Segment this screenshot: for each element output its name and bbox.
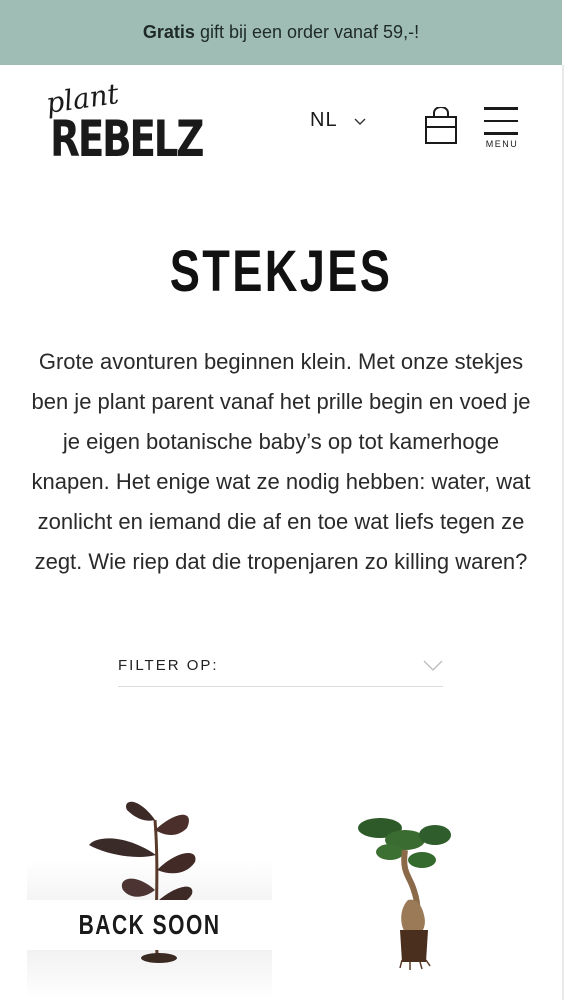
logo[interactable]: plant REBELZ: [44, 77, 204, 170]
rubber-plant-image: [89, 801, 196, 956]
hamburger-icon: [484, 107, 520, 135]
page-title: STEKJES: [169, 239, 393, 304]
promo-text: gift bij een order vanaf 59,-!: [199, 22, 420, 42]
product-card[interactable]: BACK SOON: [27, 790, 272, 1000]
logo-rebelz-text: REBELZ: [50, 110, 204, 168]
pot-icon: [141, 953, 177, 963]
back-soon-badge: BACK SOON: [27, 900, 272, 950]
promo-bar: Gratis gift bij een order vanaf 59,-!: [0, 0, 562, 65]
back-soon-label: BACK SOON: [78, 909, 221, 940]
filter-label: FILTER OP:: [118, 657, 219, 674]
menu-label: MENU: [485, 138, 519, 149]
promo-bold: Gratis: [142, 22, 195, 42]
intro-text: Grote avonturen beginnen klein. Met onze…: [31, 349, 531, 574]
product-card[interactable]: [290, 790, 535, 1000]
chevron-down-icon: [354, 118, 366, 125]
header: plant REBELZ NL MENU: [0, 65, 562, 185]
language-selector[interactable]: NL: [310, 109, 366, 132]
shopping-bag-icon[interactable]: [424, 107, 458, 145]
filter-dropdown[interactable]: FILTER OP:: [118, 645, 443, 687]
menu-button[interactable]: MENU: [484, 107, 520, 155]
bonsai-ficus-image: [358, 818, 451, 970]
language-label: NL: [310, 109, 338, 131]
chevron-down-icon: [423, 660, 443, 671]
